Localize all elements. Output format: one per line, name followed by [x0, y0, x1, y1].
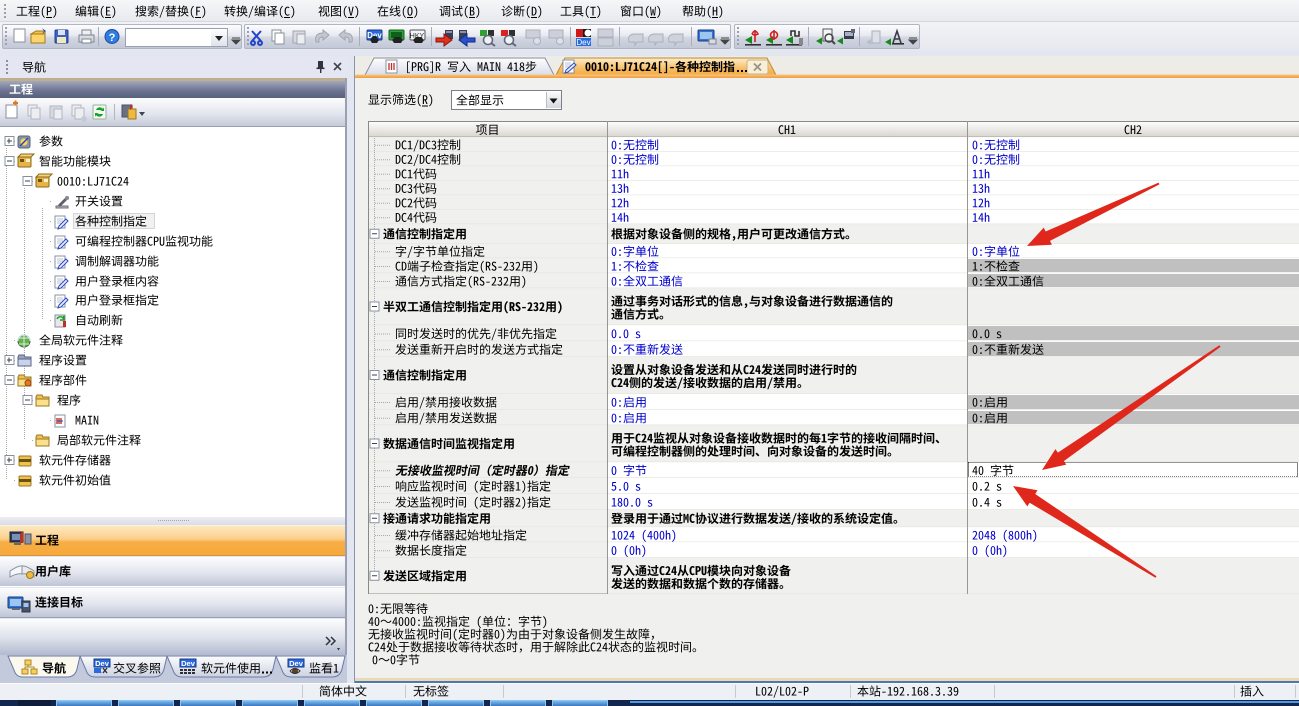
- svg-text:?: ?: [109, 32, 116, 44]
- svg-text:Dev: Dev: [181, 659, 196, 668]
- svg-text:Dev: Dev: [289, 659, 304, 668]
- svg-text:Dev: Dev: [576, 38, 590, 47]
- svg-text:Dev: Dev: [95, 659, 110, 668]
